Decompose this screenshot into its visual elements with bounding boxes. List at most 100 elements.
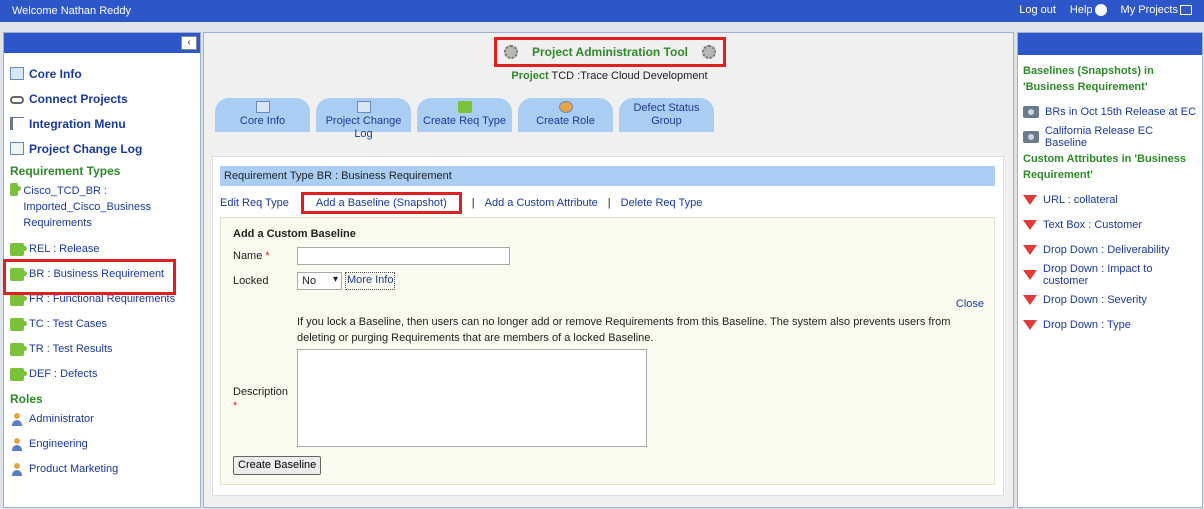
req-type-item[interactable]: DEF : Defects bbox=[4, 364, 200, 389]
form-title: Add a Custom Baseline bbox=[233, 228, 356, 240]
top-bar: Welcome Nathan Reddy Log out Help? My Pr… bbox=[0, 0, 1204, 22]
link-icon bbox=[10, 95, 24, 104]
menu-icon bbox=[10, 117, 24, 130]
baseline-item[interactable]: California Release EC Baseline bbox=[1018, 124, 1202, 149]
add-baseline-link[interactable]: Add a Baseline (Snapshot) bbox=[300, 192, 462, 214]
close-link[interactable]: Close bbox=[956, 298, 984, 310]
separator: | bbox=[607, 197, 611, 209]
add-custom-attribute-link[interactable]: Add a Custom Attribute bbox=[485, 197, 598, 209]
req-type-label: TC : Test Cases bbox=[29, 318, 108, 330]
collapse-sidebar-button[interactable]: ‹ bbox=[181, 36, 197, 50]
add-baseline-form: Add a Custom Baseline Name * Locked No M… bbox=[220, 217, 995, 485]
attribute-item[interactable]: Text Box : Customer bbox=[1018, 212, 1202, 237]
tab-label: Create Req Type bbox=[423, 115, 506, 127]
req-type-header: Requirement Type BR : Business Requireme… bbox=[220, 166, 995, 186]
attribute-item[interactable]: Drop Down : Impact to customer bbox=[1018, 262, 1202, 287]
core-info-icon bbox=[10, 67, 24, 80]
tab-create-req-type[interactable]: Create Req Type bbox=[417, 98, 512, 132]
baseline-item[interactable]: BRs in Oct 15th Release at EC bbox=[1018, 99, 1202, 124]
nav-connect-projects[interactable]: Connect Projects bbox=[4, 86, 200, 111]
required-mark: * bbox=[233, 400, 238, 412]
logout-link[interactable]: Log out bbox=[1019, 4, 1056, 16]
edit-req-type-link[interactable]: Edit Req Type bbox=[220, 197, 289, 209]
page-title-text: Project Administration Tool bbox=[531, 45, 688, 59]
tab-project-change-log[interactable]: Project Change Log bbox=[316, 98, 411, 140]
more-info-link[interactable]: More Info bbox=[345, 272, 396, 290]
name-label-text: Name bbox=[233, 250, 263, 262]
locked-label: Locked bbox=[233, 275, 269, 287]
gem-icon bbox=[1023, 269, 1037, 280]
selected-item-highlight bbox=[3, 259, 176, 295]
tab-label: Defect Status Group bbox=[633, 102, 700, 127]
requirement-types-title: Requirement Types bbox=[10, 164, 121, 178]
attribute-label: Drop Down : Severity bbox=[1043, 293, 1147, 306]
tab-label: Create Role bbox=[536, 115, 595, 127]
help-link[interactable]: Help? bbox=[1070, 4, 1107, 16]
name-field[interactable] bbox=[297, 247, 510, 265]
user-icon bbox=[10, 438, 24, 452]
role-item[interactable]: Administrator bbox=[4, 409, 200, 434]
tab-create-role[interactable]: Create Role bbox=[518, 98, 613, 132]
attribute-label: URL : collateral bbox=[1043, 193, 1118, 206]
left-sidebar-header: ‹ bbox=[4, 33, 200, 53]
role-label: Product Marketing bbox=[29, 463, 119, 475]
role-label: Administrator bbox=[29, 413, 94, 425]
attribute-item[interactable]: URL : collateral bbox=[1018, 187, 1202, 212]
req-type-item[interactable]: Cisco_TCD_BR : Imported_Cisco_Business R… bbox=[4, 181, 200, 239]
help-icon: ? bbox=[1094, 4, 1107, 16]
delete-req-type-link[interactable]: Delete Req Type bbox=[621, 197, 703, 209]
main-content: Project Administration Tool Project TCD … bbox=[203, 32, 1014, 508]
attribute-item[interactable]: Drop Down : Severity bbox=[1018, 287, 1202, 312]
role-item[interactable]: Product Marketing bbox=[4, 459, 200, 484]
user-icon bbox=[10, 463, 24, 477]
page-title: Project Administration Tool bbox=[494, 37, 726, 67]
attribute-label: Drop Down : Type bbox=[1043, 318, 1131, 331]
nav-project-change-log[interactable]: Project Change Log bbox=[4, 136, 200, 161]
my-projects-link[interactable]: My Projects bbox=[1121, 4, 1192, 16]
req-type-label: Cisco_TCD_BR : Imported_Cisco_Business R… bbox=[23, 185, 152, 229]
log-icon bbox=[10, 142, 24, 155]
nav-integration-menu-label: Integration Menu bbox=[29, 116, 126, 131]
tab-bar: Core Info Project Change Log Create Req … bbox=[215, 98, 714, 140]
attribute-item[interactable]: Drop Down : Type bbox=[1018, 312, 1202, 337]
baselines-title: Baselines (Snapshots) in 'Business Requi… bbox=[1023, 65, 1154, 93]
req-type-panel: Requirement Type BR : Business Requireme… bbox=[212, 156, 1004, 496]
my-projects-label: My Projects bbox=[1120, 4, 1178, 16]
nav-core-info[interactable]: Core Info bbox=[4, 61, 200, 86]
project-value: TCD :Trace Cloud Development bbox=[551, 70, 708, 82]
attribute-item[interactable]: Drop Down : Deliverability bbox=[1018, 237, 1202, 262]
project-label: Project bbox=[511, 70, 549, 82]
puzzle-icon bbox=[10, 343, 27, 356]
nav-project-change-log-label: Project Change Log bbox=[29, 141, 143, 156]
attribute-label: Drop Down : Deliverability bbox=[1043, 243, 1170, 256]
help-label: Help bbox=[1069, 4, 1093, 16]
baseline-label: BRs in Oct 15th Release at EC bbox=[1045, 105, 1197, 118]
description-label: Description * bbox=[233, 385, 288, 413]
user-icon bbox=[10, 413, 24, 427]
req-type-item[interactable]: TR : Test Results bbox=[4, 339, 200, 364]
gear-icon bbox=[503, 45, 518, 59]
nav-integration-menu[interactable]: Integration Menu bbox=[4, 111, 200, 136]
description-textarea[interactable] bbox=[297, 349, 647, 447]
user-icon bbox=[558, 101, 573, 113]
puzzle-icon bbox=[10, 183, 22, 196]
camera-icon bbox=[1023, 105, 1039, 118]
tab-label: Project Change Log bbox=[325, 115, 402, 140]
tab-core-info[interactable]: Core Info bbox=[215, 98, 310, 132]
name-label: Name * bbox=[233, 250, 270, 262]
gem-icon bbox=[1023, 294, 1037, 305]
create-baseline-button[interactable]: Create Baseline bbox=[233, 456, 322, 475]
locked-select[interactable]: No bbox=[297, 272, 342, 290]
tab-label: Core Info bbox=[239, 115, 286, 127]
req-type-label: DEF : Defects bbox=[29, 368, 98, 380]
role-item[interactable]: Engineering bbox=[4, 434, 200, 459]
nav-connect-projects-label: Connect Projects bbox=[29, 91, 128, 106]
req-type-label: TR : Test Results bbox=[29, 343, 113, 355]
lock-description: If you lock a Baseline, then users can n… bbox=[297, 316, 951, 344]
nav-core-info-label: Core Info bbox=[29, 66, 82, 81]
right-sidebar: Baselines (Snapshots) in 'Business Requi… bbox=[1017, 32, 1203, 508]
attribute-label: Drop Down : Impact to customer bbox=[1043, 262, 1153, 287]
project-line: Project TCD :Trace Cloud Development bbox=[204, 70, 1015, 82]
req-type-item[interactable]: TC : Test Cases bbox=[4, 314, 200, 339]
tab-defect-status-group[interactable]: Defect Status Group bbox=[619, 98, 714, 132]
